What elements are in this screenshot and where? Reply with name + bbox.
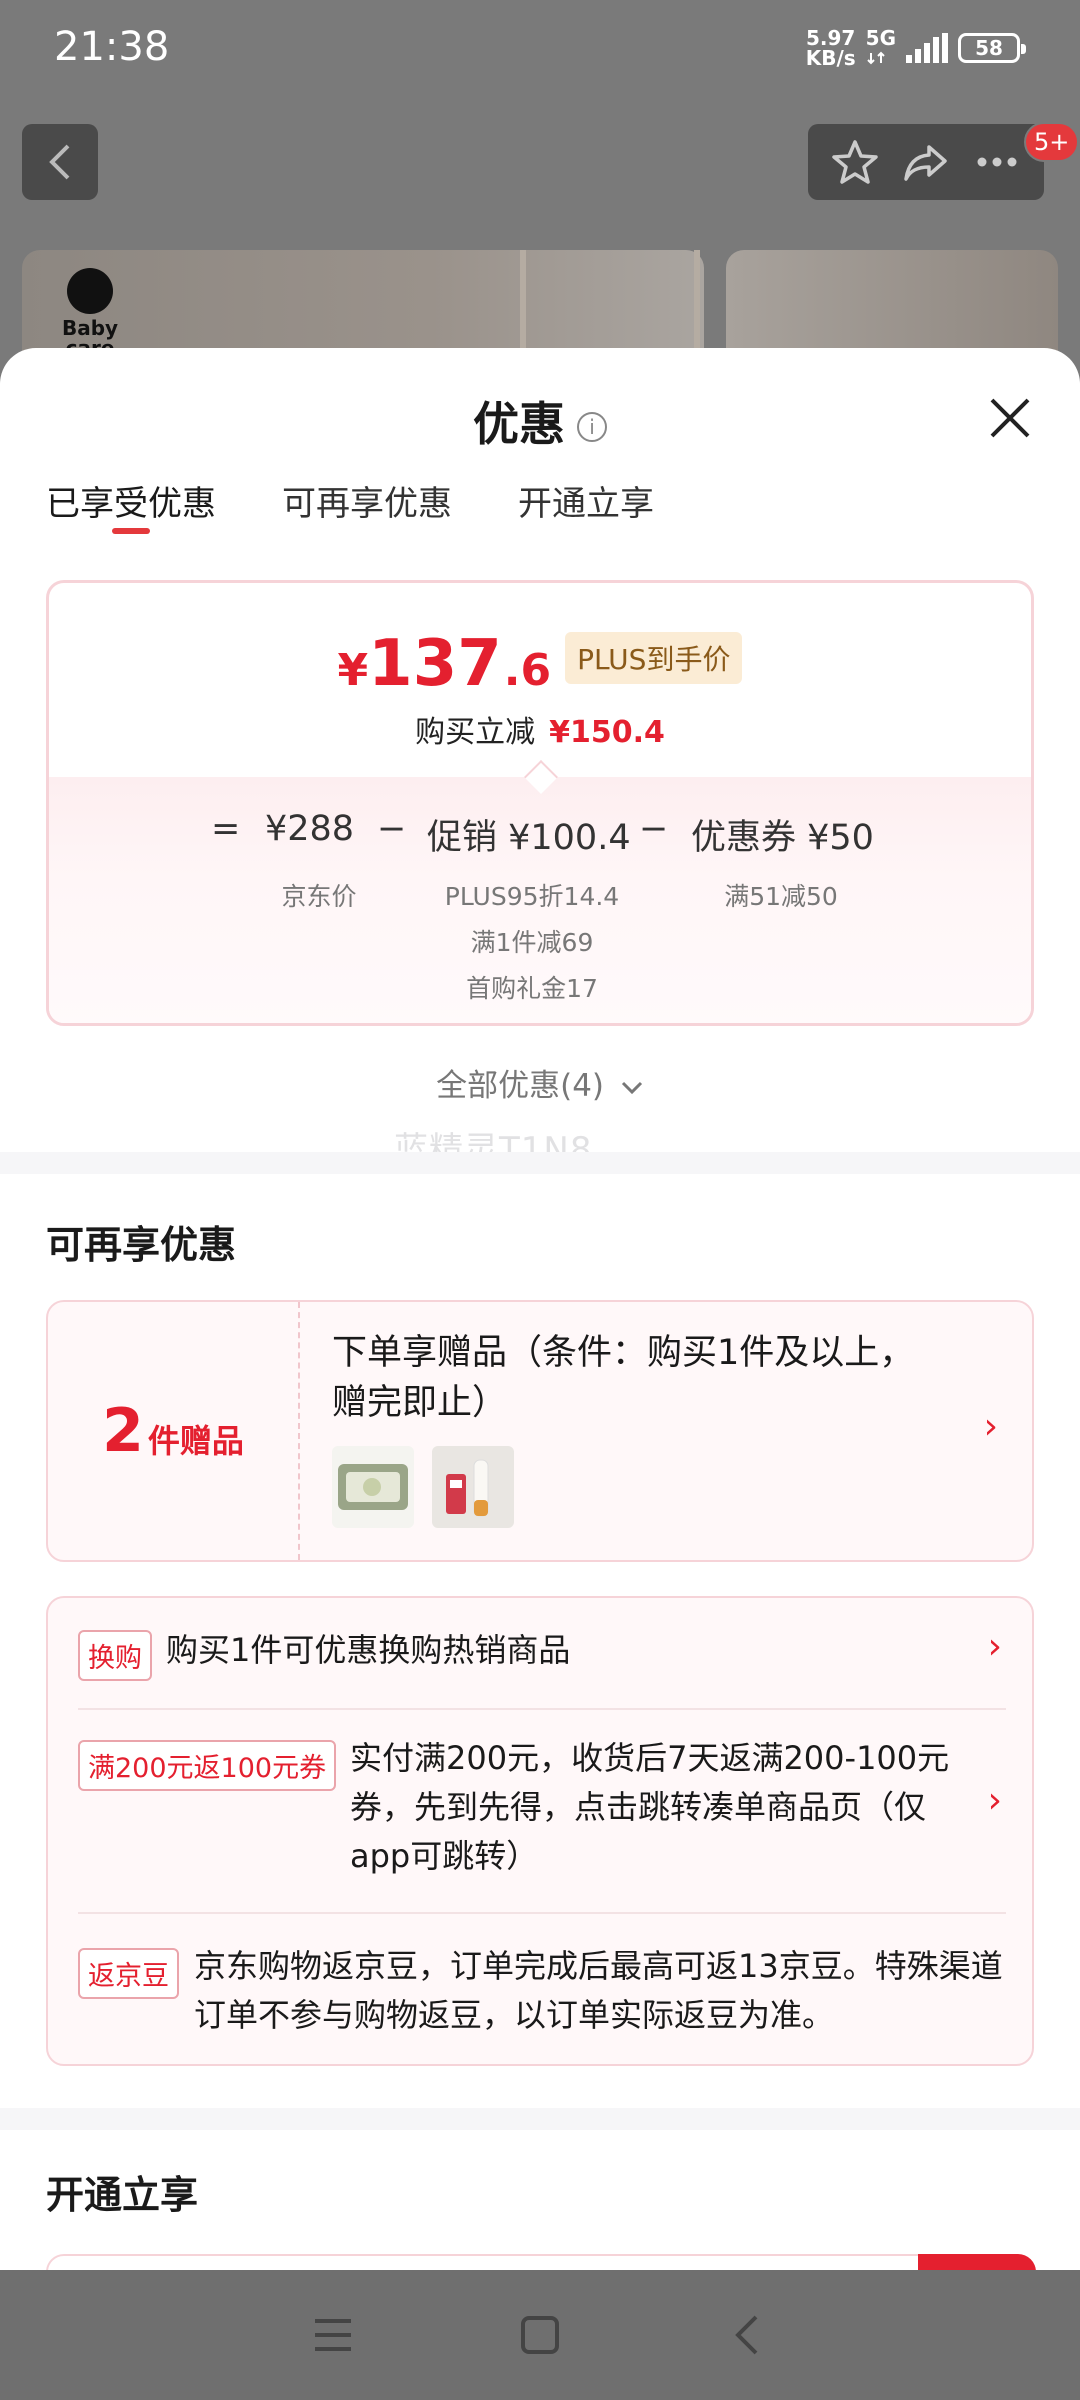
perk-item-coupon-return[interactable]: 满200元返100元券 实付满200元，收货后7天返满200-100元券，先到先… (78, 1736, 1006, 1886)
menu-icon[interactable] (303, 2305, 363, 2365)
offers-sheet: 优惠 i 已享受优惠 可再享优惠 开通立享 ¥ 137 .6 PLUS到手价 购买… (0, 348, 1080, 2270)
top-actions (808, 124, 1044, 200)
status-indicators: 5.97 KB/s 5G 58 (805, 26, 1026, 70)
gift-offer-card[interactable]: 2 件赠品 下单享赠品（条件：购买1件及以上，赠完即止） › (46, 1300, 1034, 1562)
sheet-title: 优惠 i (0, 388, 1080, 454)
jd-price-label: 京东价 (281, 882, 357, 911)
membership-card[interactable] (46, 2254, 1034, 2270)
home-square-icon[interactable] (510, 2305, 570, 2365)
offer-tabs: 已享受优惠 可再享优惠 开通立享 (0, 468, 1080, 548)
tab-more-offers[interactable]: 可再享优惠 (282, 468, 452, 548)
info-icon[interactable]: i (577, 412, 607, 442)
star-icon[interactable] (830, 137, 880, 187)
signal-icon (906, 33, 948, 63)
close-icon[interactable] (986, 394, 1034, 442)
battery-icon: 58 (958, 33, 1026, 63)
perk-tag: 换购 (78, 1630, 152, 1681)
perk-tag: 满200元返100元券 (78, 1740, 337, 1791)
tab-enjoyed[interactable]: 已享受优惠 (46, 468, 216, 548)
notification-badge: 5+ (1024, 122, 1080, 162)
promo-detail: PLUS95折14.4 (444, 882, 620, 911)
coupon-detail: 满51减50 (724, 882, 838, 911)
network-speed: 5.97 KB/s (805, 26, 856, 70)
system-nav-bar (0, 2270, 1080, 2400)
gift-description: 下单享赠品（条件：购买1件及以上，赠完即止） (332, 1333, 915, 1423)
perk-text: 购买1件可优惠换购热销商品 (166, 1631, 571, 1669)
nav-back-icon[interactable] (717, 2305, 777, 2365)
back-button[interactable] (22, 124, 98, 200)
chevron-right-icon: › (987, 1780, 1002, 1821)
section-title-open-membership: 开通立享 (46, 2173, 199, 2217)
tab-open-membership[interactable]: 开通立享 (518, 468, 654, 548)
perk-text: 京东购物返京豆，订单完成后最高可返13京豆。特殊渠道订单不参与购物返豆，以订单实… (194, 1947, 1003, 2034)
all-offers-toggle[interactable]: 全部优惠(4) (0, 1060, 1080, 1105)
status-bar: 21:38 5.97 KB/s 5G 58 (0, 0, 1080, 100)
perk-text: 实付满200元，收货后7天返满200-100元券，先到先得，点击跳转凑单商品页（… (350, 1739, 950, 1875)
equals-sign: = (211, 809, 241, 849)
brand-logo: Baby care (60, 268, 120, 358)
perk-tag: 返京豆 (78, 1948, 179, 1999)
membership-card-button[interactable] (918, 2254, 1036, 2270)
instant-saving: 购买立减 ¥150.4 (415, 715, 665, 750)
gift-thumbnail[interactable] (432, 1446, 514, 1528)
perk-item-jd-beans[interactable]: 返京豆 京东购物返京豆，订单完成后最高可返13京豆。特殊渠道订单不参与购物返豆，… (78, 1944, 1006, 2054)
share-icon[interactable] (901, 137, 951, 187)
section-title-more-offers: 可再享优惠 (46, 1223, 237, 1267)
price-summary-card: ¥ 137 .6 PLUS到手价 购买立减 ¥150.4 = ¥288 − 促销 … (46, 580, 1034, 1026)
promo-discount: 促销 ¥100.4 (427, 818, 631, 858)
coupon-discount: 优惠券 ¥50 (691, 818, 874, 858)
more-icon[interactable] (972, 137, 1022, 187)
gift-count: 2 件赠品 (48, 1302, 300, 1560)
price-formula: = ¥288 − 促销 ¥100.4 − 优惠券 ¥50 京东价 PLUS95折… (49, 809, 1031, 1003)
minus-sign: − (639, 809, 669, 849)
section-divider (0, 2108, 1080, 2130)
section-divider (0, 1152, 1080, 1174)
promo-detail: 首购礼金17 (466, 974, 598, 1003)
gift-thumbnail[interactable] (332, 1446, 414, 1528)
network-type: 5G (866, 28, 896, 68)
final-price: ¥ 137 .6 PLUS到手价 (49, 627, 1031, 701)
jd-price: ¥288 (265, 809, 355, 849)
status-time: 21:38 (54, 24, 170, 70)
sheet-header: 优惠 i (0, 348, 1080, 468)
minus-sign: − (377, 809, 407, 849)
back-arrow-icon (49, 144, 70, 180)
plus-price-tag: PLUS到手价 (565, 632, 743, 684)
chevron-right-icon: › (983, 1406, 998, 1447)
perk-item-exchange[interactable]: 换购 购买1件可优惠换购热销商品 › (78, 1626, 1006, 1681)
promo-detail: 满1件减69 (470, 928, 594, 957)
perks-card: 换购 购买1件可优惠换购热销商品 › 满200元返100元券 实付满200元，收… (46, 1596, 1034, 2066)
chevron-right-icon: › (987, 1626, 1002, 1667)
chevron-down-icon (621, 1081, 642, 1095)
